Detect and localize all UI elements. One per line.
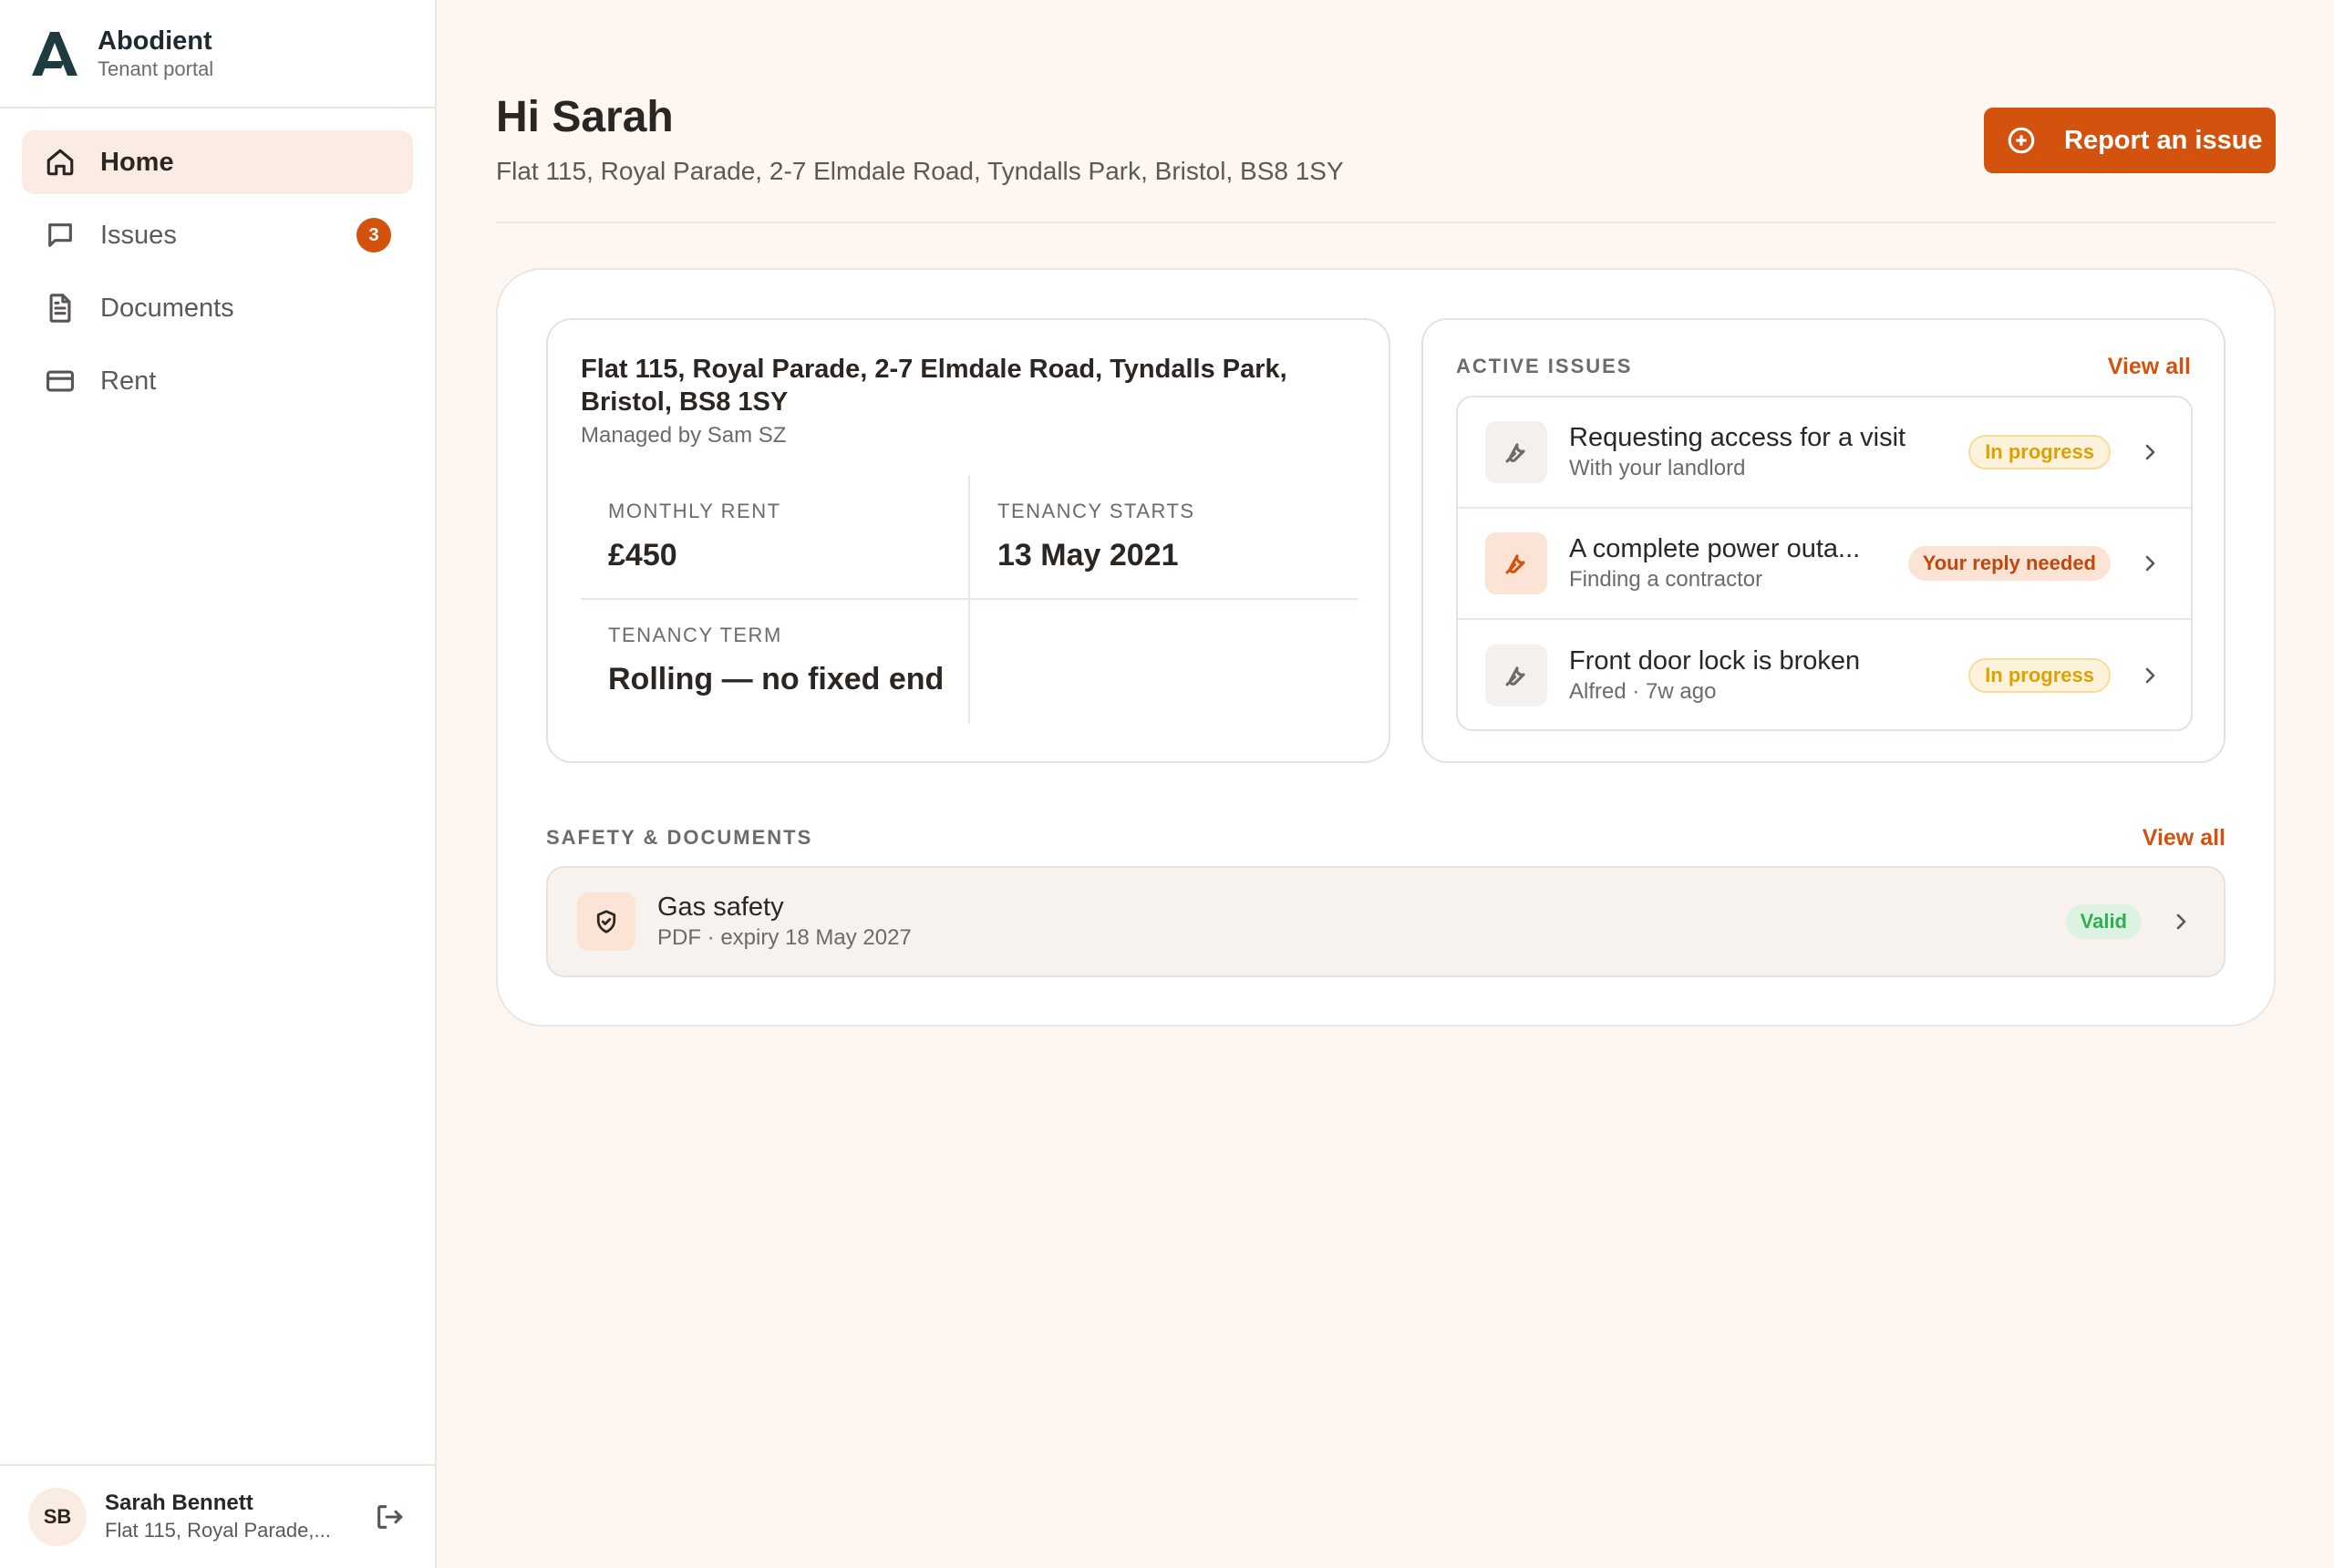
document-row[interactable]: Gas safety PDF · expiry 18 May 2027 Vali… <box>546 866 2226 977</box>
documents-view-all-link[interactable]: View all <box>2143 825 2226 851</box>
header-address: Flat 115, Royal Parade, 2-7 Elmdale Road… <box>496 157 1344 185</box>
property-manager: Managed by Sam SZ <box>581 423 787 448</box>
sidebar-item-issues[interactable]: Issues 3 <box>22 203 413 267</box>
tenancy-stats: MONTHLY RENT £450 TENANCY STARTS 13 May … <box>581 475 1358 723</box>
stat-value: £450 <box>608 538 677 573</box>
user-footer: SB Sarah Bennett Flat 115, Royal Parade,… <box>0 1464 435 1568</box>
issue-row[interactable]: Requesting access for a visit With your … <box>1458 397 2191 509</box>
document-subtitle: PDF · expiry 18 May 2027 <box>657 925 912 950</box>
chevron-right-icon <box>2136 662 2164 689</box>
sidebar-nav: Home Issues 3 Documents Rent <box>0 108 435 413</box>
stat-monthly-rent: MONTHLY RENT £450 <box>608 499 781 575</box>
stat-label: TENANCY STARTS <box>997 500 1195 522</box>
sidebar: Abodient Tenant portal Home Issues 3 Doc… <box>0 0 437 1568</box>
stat-value: 13 May 2021 <box>997 538 1179 573</box>
issue-row[interactable]: Front door lock is broken Alfred · 7w ag… <box>1458 620 2191 729</box>
stat-label: MONTHLY RENT <box>608 500 781 522</box>
wrench-icon <box>1485 421 1547 483</box>
message-icon <box>44 219 77 252</box>
documents-header: SAFETY & DOCUMENTS View all <box>546 824 2226 851</box>
property-card: Flat 115, Royal Parade, 2-7 Elmdale Road… <box>546 318 1390 763</box>
chevron-right-icon <box>2136 550 2164 577</box>
home-icon <box>44 146 77 179</box>
user-name: Sarah Bennett <box>105 1491 253 1515</box>
issue-row[interactable]: A complete power outa... Finding a contr… <box>1458 509 2191 620</box>
active-issues-card: ACTIVE ISSUES View all Requesting access… <box>1421 318 2226 763</box>
issue-title: Requesting access for a visit <box>1569 423 1906 452</box>
wrench-icon <box>1485 532 1547 594</box>
sidebar-item-label: Documents <box>100 293 234 323</box>
issue-title: Front door lock is broken <box>1569 646 1861 676</box>
property-title: Flat 115, Royal Parade, 2-7 Elmdale Road… <box>581 355 1287 417</box>
active-issues-title: ACTIVE ISSUES <box>1456 355 1633 377</box>
stat-tenancy-starts: TENANCY STARTS 13 May 2021 <box>997 499 1195 575</box>
issues-count-badge: 3 <box>356 218 391 253</box>
page-title: Hi Sarah <box>496 93 674 141</box>
issue-subtitle: Alfred · 7w ago <box>1569 679 1717 704</box>
status-badge: Valid <box>2065 904 2142 939</box>
plus-circle-icon <box>2008 127 2035 154</box>
chevron-right-icon <box>2136 438 2164 466</box>
sidebar-item-label: Rent <box>100 366 157 396</box>
sidebar-item-rent[interactable]: Rent <box>22 349 413 413</box>
sidebar-item-label: Issues <box>100 220 177 250</box>
brand[interactable]: Abodient Tenant portal <box>0 0 435 108</box>
status-badge: In progress <box>1968 658 2111 693</box>
status-badge: In progress <box>1968 435 2111 469</box>
stat-tenancy-term: TENANCY TERM Rolling — no fixed end <box>608 623 944 699</box>
status-badge: Your reply needed <box>1907 546 2111 581</box>
stat-label: TENANCY TERM <box>608 624 782 646</box>
stats-divider <box>581 598 1358 600</box>
brand-subtitle: Tenant portal <box>98 57 214 80</box>
logout-button[interactable] <box>371 1499 408 1535</box>
user-address: Flat 115, Royal Parade,... <box>105 1519 331 1542</box>
issue-subtitle: Finding a contractor <box>1569 567 1763 592</box>
chevron-right-icon <box>2167 908 2195 935</box>
issues-view-all-link[interactable]: View all <box>2108 354 2191 380</box>
issues-list: Requesting access for a visit With your … <box>1456 396 2193 731</box>
brand-name: Abodient <box>98 26 212 56</box>
avatar[interactable]: SB <box>28 1488 87 1546</box>
sidebar-item-documents[interactable]: Documents <box>22 276 413 340</box>
document-title: Gas safety <box>657 892 784 922</box>
shield-icon <box>577 892 635 951</box>
page-header: Hi Sarah Flat 115, Royal Parade, 2-7 Elm… <box>496 0 2276 223</box>
abodient-logo-icon <box>32 31 77 76</box>
issue-subtitle: With your landlord <box>1569 456 1746 480</box>
document-icon <box>44 292 77 325</box>
report-issue-button[interactable]: Report an issue <box>1984 108 2276 173</box>
card-icon <box>44 365 77 397</box>
overview-panel: Flat 115, Royal Parade, 2-7 Elmdale Road… <box>496 268 2276 1026</box>
sidebar-item-label: Home <box>100 147 174 177</box>
wrench-icon <box>1485 645 1547 707</box>
main-content: Hi Sarah Flat 115, Royal Parade, 2-7 Elm… <box>437 0 2334 1568</box>
sidebar-item-home[interactable]: Home <box>22 130 413 194</box>
report-issue-label: Report an issue <box>2064 125 2263 155</box>
issue-title: A complete power outa... <box>1569 534 1861 563</box>
stat-value: Rolling — no fixed end <box>608 662 945 696</box>
logout-icon <box>377 1505 403 1529</box>
documents-title: SAFETY & DOCUMENTS <box>546 826 813 849</box>
